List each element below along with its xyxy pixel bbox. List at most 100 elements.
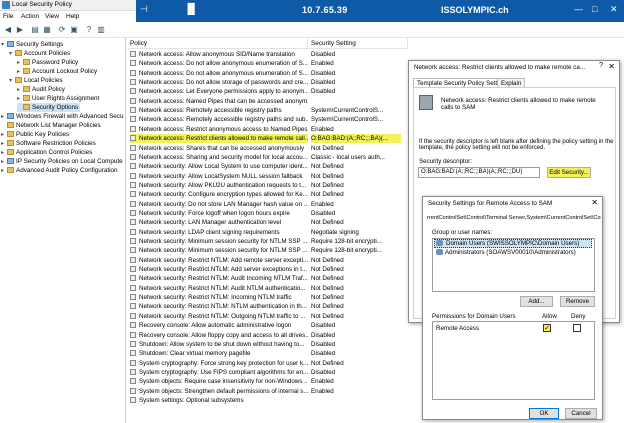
- policy-heading: Network access: Restrict clients allowed…: [441, 97, 596, 111]
- policy-icon: [130, 172, 136, 179]
- policy-icon: [130, 135, 136, 142]
- folder-icon: [15, 50, 22, 56]
- tree-software-restriction[interactable]: ▸ Software Restriction Policies: [1, 139, 96, 148]
- up-folder-icon[interactable]: ▤: [30, 25, 40, 34]
- folder-icon: [23, 95, 30, 101]
- folder-icon: [7, 122, 14, 128]
- tree-account-lockout-policy[interactable]: ▸ Account Lockout Policy: [17, 67, 97, 76]
- tree-ip-security[interactable]: ▸ IP Security Policies on Local Compute: [1, 157, 123, 166]
- maximize-icon[interactable]: □: [592, 4, 597, 14]
- close-icon[interactable]: ✕: [608, 62, 615, 71]
- descriptor-field[interactable]: O:BAG:BAD:(A;;RC;;;BA)(A;;RC;;;DU): [418, 167, 540, 178]
- policy-setting: Disabled: [311, 69, 336, 77]
- deny-checkbox[interactable]: [573, 324, 581, 332]
- navigation-tree: ▾ Security Settings ▾ Account Policies ▸ Pa…: [0, 38, 126, 423]
- pin-icon[interactable]: ⊣: [140, 4, 148, 15]
- menu-action[interactable]: Action: [21, 13, 39, 20]
- policy-setting: Not Defined: [311, 294, 344, 302]
- column-header-setting[interactable]: Security Setting: [308, 38, 408, 49]
- user-item-administrators[interactable]: Administrators (SOAWSV00010\Administrato…: [445, 249, 576, 256]
- policy-setting: Require 128-bit encrypti...: [311, 247, 382, 255]
- policy-setting: Not Defined: [311, 181, 344, 189]
- tree-account-policies[interactable]: ▾ Account Policies: [9, 49, 70, 58]
- policy-note: If the security descriptor is left blank…: [419, 139, 614, 151]
- close-icon[interactable]: ✕: [610, 4, 618, 15]
- tree-security-settings[interactable]: ▾ Security Settings: [1, 40, 63, 49]
- policy-icon: [130, 340, 136, 347]
- tree-audit-policy[interactable]: ▸ Audit Policy: [17, 85, 65, 94]
- tree-windows-firewall[interactable]: ▸ Windows Firewall with Advanced Secu: [1, 112, 123, 121]
- close-icon[interactable]: ✕: [591, 198, 598, 207]
- dialog-title: Network access: Restrict clients allowed…: [409, 61, 619, 74]
- policy-setting: Not Defined: [311, 219, 344, 227]
- folder-icon: [23, 68, 30, 74]
- refresh-icon[interactable]: ⟳: [57, 25, 67, 34]
- policy-setting: Not Defined: [311, 172, 344, 180]
- allow-column-header: Allow: [542, 313, 557, 320]
- policy-icon: [130, 331, 136, 338]
- forward-icon[interactable]: ▶: [15, 25, 25, 34]
- folder-icon: [23, 59, 30, 65]
- permissions-list: [432, 321, 595, 400]
- tree-security-options[interactable]: Security Options: [17, 103, 81, 112]
- tree-network-list-manager[interactable]: Network List Manager Policies: [1, 121, 101, 130]
- policy-icon: [130, 88, 136, 95]
- window-title: Local Security Policy: [12, 1, 72, 8]
- folder-icon: [7, 149, 14, 155]
- policy-setting: Not Defined: [311, 163, 344, 171]
- remove-button[interactable]: Remove: [560, 296, 595, 307]
- tree-public-key-policies[interactable]: ▸ Public Key Policies: [1, 130, 69, 139]
- policy-setting: Not Defined: [311, 256, 344, 264]
- user-group-icon: [436, 240, 443, 246]
- policy-setting: Enabled: [311, 378, 334, 386]
- policy-setting: Disabled: [311, 88, 336, 96]
- cancel-button[interactable]: Cancel: [565, 408, 597, 419]
- policy-icon: [130, 359, 136, 366]
- policy-icon: [130, 350, 136, 357]
- policy-setting: Enabled: [311, 60, 334, 68]
- policy-setting: Enabled: [311, 387, 334, 395]
- policy-setting: Disabled: [311, 51, 336, 58]
- ok-button[interactable]: OK: [529, 408, 559, 419]
- policy-name: Network security: Restrict NTLM: Add rem…: [130, 256, 308, 265]
- help-icon[interactable]: ?: [599, 62, 603, 69]
- policy-name: System cryptography: Use FIPS compliant …: [130, 368, 308, 377]
- policy-setting: System\CurrentControlS...: [311, 107, 384, 115]
- tree-application-control[interactable]: ▸ Application Control Policies: [1, 148, 92, 157]
- policy-icon: [130, 153, 136, 160]
- policy-setting: Classic - local users auth...: [311, 153, 385, 161]
- menu-help[interactable]: Help: [66, 13, 79, 20]
- policy-icon: [130, 219, 136, 226]
- user-item-domain-users[interactable]: Domain Users (SWISSOLYMPIC\Domain Users): [434, 239, 592, 248]
- signal-icon: ▐▌: [184, 4, 199, 15]
- help-icon[interactable]: ?: [84, 25, 94, 34]
- policy-name: Network security: Configure encryption t…: [130, 190, 308, 199]
- minimize-icon[interactable]: —: [574, 4, 583, 14]
- policy-setting: O:BAG:BAD:(A;;RC;;;BA)(...: [311, 134, 401, 144]
- tree-local-policies[interactable]: ▾ Local Policies: [9, 76, 63, 85]
- tree-password-policy[interactable]: ▸ Password Policy: [17, 58, 78, 67]
- menu-view[interactable]: View: [45, 13, 59, 20]
- policy-name: Network security: LDAP client signing re…: [130, 228, 308, 237]
- edit-security-button[interactable]: Edit Security...: [547, 167, 591, 178]
- descriptor-label: Security descriptor:: [419, 158, 472, 165]
- show-tree-icon[interactable]: ▦: [42, 25, 52, 34]
- tree-user-rights-assignment[interactable]: ▸ User Rights Assignment: [17, 94, 99, 103]
- policy-setting: Not Defined: [311, 191, 344, 199]
- back-icon[interactable]: ◀: [3, 25, 13, 34]
- policy-setting: Disabled: [311, 79, 336, 87]
- add-button[interactable]: Add...: [520, 296, 553, 307]
- menu-file[interactable]: File: [3, 13, 13, 20]
- column-header-policy[interactable]: Policy: [127, 38, 308, 49]
- export-icon[interactable]: ▣: [69, 25, 79, 34]
- allow-checkbox[interactable]: ✓: [543, 324, 551, 332]
- policy-setting: Not Defined: [311, 303, 344, 311]
- policy-name: Shutdown: Clear virtual memory pagefile: [130, 349, 308, 358]
- policy-name: Network access: Do not allow storage of …: [130, 78, 308, 87]
- user-group-icon: [436, 249, 443, 255]
- properties-icon[interactable]: ▥: [96, 25, 106, 34]
- policy-name: Network security: Restrict NTLM: NTLM au…: [130, 302, 308, 311]
- table-row[interactable]: Network access: Allow anonymous SID/Name…: [127, 50, 624, 59]
- remote-ip: 10.7.65.39: [302, 5, 348, 15]
- tree-advanced-audit[interactable]: ▸ Advanced Audit Policy Configuration: [1, 166, 118, 175]
